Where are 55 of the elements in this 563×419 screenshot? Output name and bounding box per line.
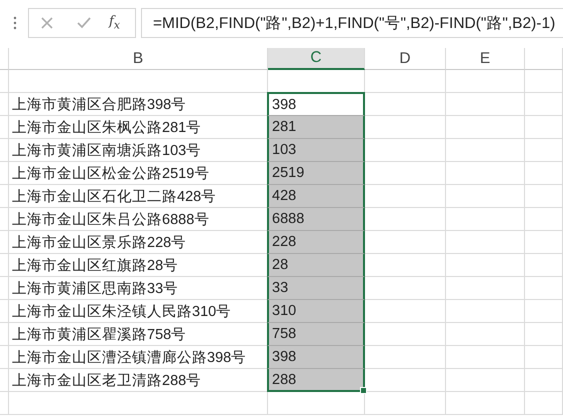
column-header[interactable]: [525, 48, 563, 70]
row-header: [0, 369, 9, 392]
result-cell: 6888: [267, 208, 365, 231]
empty-cell: [525, 369, 563, 392]
select-all-corner: [0, 48, 9, 70]
column-header[interactable]: D: [365, 48, 446, 70]
row-header: [0, 231, 9, 254]
row-header: [0, 392, 9, 415]
empty-cell: [525, 300, 563, 323]
result-cell: 428: [267, 185, 365, 208]
result-cell: 310: [267, 300, 365, 323]
empty-cell: [525, 254, 563, 277]
row-header: [0, 185, 9, 208]
empty-cell: [525, 346, 563, 369]
row-header: [0, 70, 9, 93]
row-header: [0, 93, 9, 116]
formula-field[interactable]: =MID(B2,FIND("路",B2)+1,FIND("号",B2)-FIND("路",B2)-1): [141, 8, 563, 38]
result-cell: 288: [267, 369, 365, 392]
checkmark-icon[interactable]: [77, 17, 91, 29]
empty-cell: [525, 208, 563, 231]
empty-cell: [525, 116, 563, 139]
empty-cell: [525, 93, 563, 116]
empty-cell: [525, 323, 563, 346]
row-header: [0, 162, 9, 185]
row-header: [0, 277, 9, 300]
empty-cell: [525, 185, 563, 208]
column-header[interactable]: C: [268, 48, 365, 70]
result-cell: 758: [267, 323, 365, 346]
cancel-icon[interactable]: [41, 17, 53, 29]
more-icon[interactable]: [13, 16, 17, 30]
result-cell: 281: [267, 116, 365, 139]
result-cell: 28: [267, 254, 365, 277]
result-cell: 228: [267, 231, 365, 254]
empty-cell: [525, 70, 563, 93]
empty-cell: [525, 277, 563, 300]
result-cell: 2519: [267, 162, 365, 185]
row-header: [0, 300, 9, 323]
row-header: [0, 346, 9, 369]
empty-cell: [525, 231, 563, 254]
row-header: [0, 208, 9, 231]
empty-cell: [525, 392, 563, 415]
result-cell: 103: [267, 139, 365, 162]
active-cell: 398: [267, 92, 365, 116]
result-cell: 33: [267, 277, 365, 300]
row-header: [0, 323, 9, 346]
row-header: [0, 254, 9, 277]
result-cell: 398: [267, 346, 365, 369]
column-header[interactable]: B: [9, 48, 268, 70]
empty-cell: [525, 162, 563, 185]
row-header: [0, 139, 9, 162]
fill-handle[interactable]: [360, 387, 367, 394]
column-header[interactable]: E: [446, 48, 525, 70]
insert-function-button[interactable]: f$_{x}$: [109, 14, 120, 32]
empty-cell: [525, 139, 563, 162]
row-header: [0, 116, 9, 139]
